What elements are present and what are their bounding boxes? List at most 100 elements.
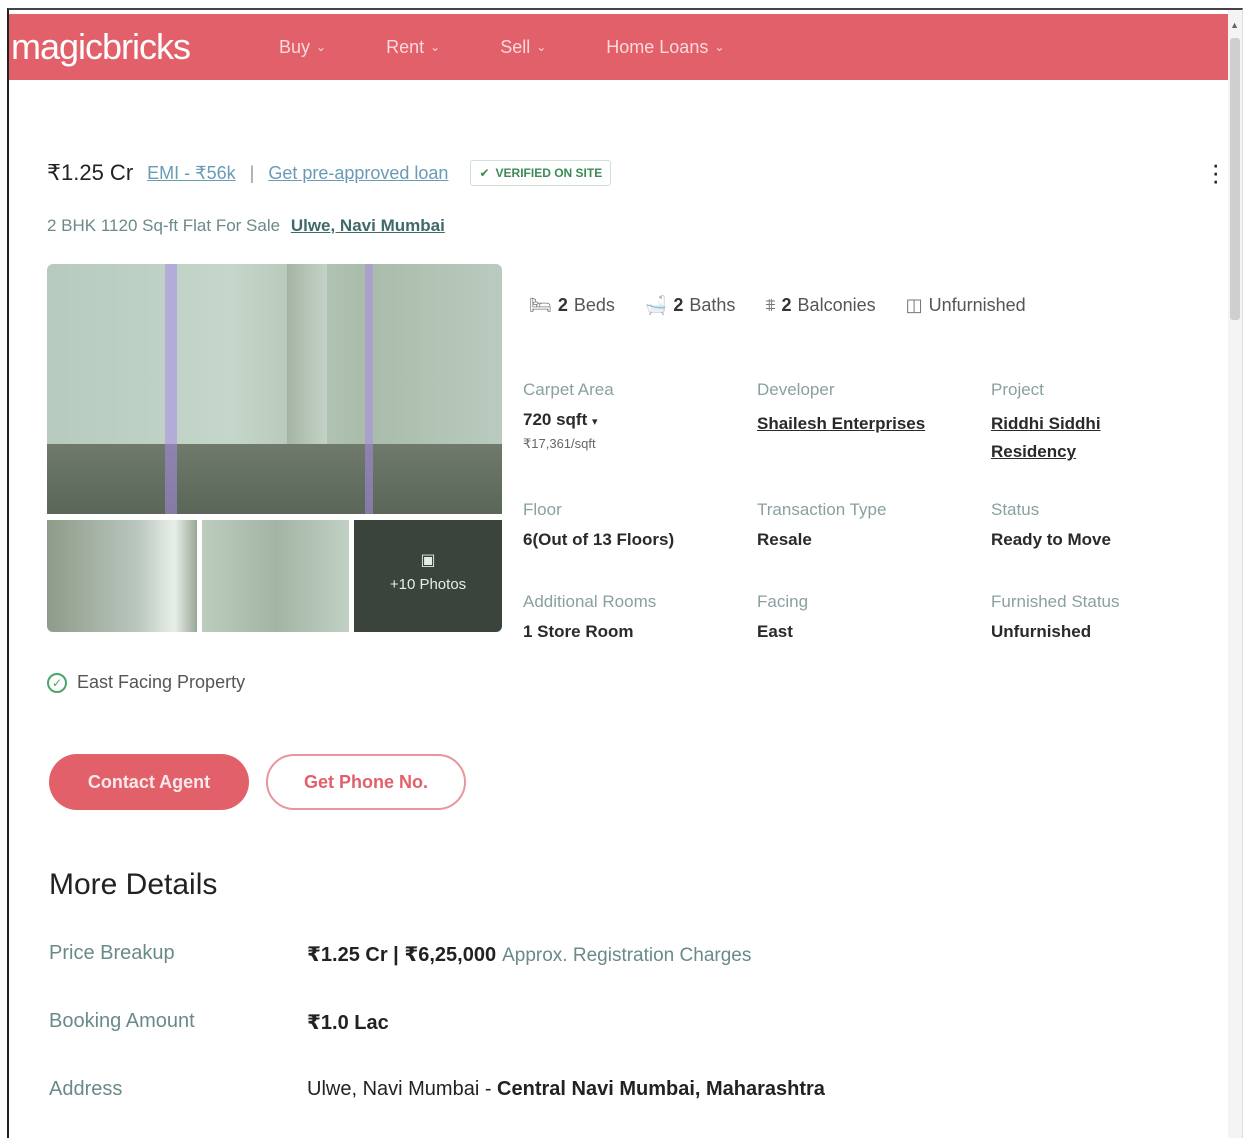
bath-icon: 🛁 (644, 295, 668, 315)
furnished-status-label: Furnished Status (991, 592, 1120, 611)
separator: | (249, 162, 255, 183)
more-photos-thumbnail[interactable]: ▣ +10 Photos (354, 520, 502, 632)
chevron-down-icon: ⌄ (714, 40, 725, 54)
pre-approved-loan-link[interactable]: Get pre-approved loan (268, 163, 448, 184)
booking-amount-value: ₹1.0 Lac (307, 1012, 389, 1034)
balconies-label: Balconies (797, 295, 876, 315)
verified-badge: ✔ VERIFIED ON SITE (470, 160, 612, 186)
detail-developer: Developer Shailesh Enterprises (757, 380, 991, 500)
magicbricks-logo[interactable]: magicbricks (11, 26, 279, 68)
photo-floor (47, 444, 502, 514)
wardrobe-icon: ◫ (905, 295, 923, 315)
contact-agent-button[interactable]: Contact Agent (49, 754, 249, 810)
nav-buy-label: Buy (279, 36, 311, 57)
booking-amount-row: Booking Amount ₹1.0 Lac (49, 1010, 389, 1035)
photo-icon: ▣ (420, 552, 436, 569)
facing-value: East (757, 622, 793, 641)
detail-floor: Floor 6(Out of 13 Floors) (523, 500, 757, 592)
vertical-scrollbar[interactable]: ▲ (1228, 10, 1242, 1138)
price-breakup-label: Price Breakup (49, 942, 175, 964)
listing-price: ₹1.25 Cr (47, 160, 134, 185)
listing-description: 2 BHK 1120 Sq-ft Flat For Sale (47, 216, 281, 235)
detail-additional-rooms: Additional Rooms 1 Store Room (523, 592, 757, 684)
price-breakup-row: Price Breakup ₹1.25 Cr | ₹6,25,000 Approx… (49, 942, 751, 967)
carpet-area-value[interactable]: 720 sqft ▾ (523, 410, 757, 430)
listing-subtitle: 2 BHK 1120 Sq-ft Flat For Sale Ulwe, Nav… (47, 216, 445, 236)
amenity-furnishing: ◫ Unfurnished (906, 295, 1026, 316)
floor-value: 6(Out of 13 Floors) (523, 530, 675, 549)
verified-label: VERIFIED ON SITE (495, 166, 603, 180)
page-frame: magicbricks Buy ⌄ Rent ⌄ Sell ⌄ Home Loans ⌄… (7, 8, 1243, 1138)
nav-sell-label: Sell (500, 36, 531, 57)
nav-rent[interactable]: Rent ⌄ (386, 37, 440, 58)
east-facing-highlight: ✓ East Facing Property (47, 672, 245, 693)
developer-label: Developer (757, 380, 835, 399)
project-link[interactable]: Riddhi Siddhi Residency (991, 410, 1223, 466)
detail-status: Status Ready to Move (991, 500, 1223, 592)
highlight-label: East Facing Property (77, 672, 246, 692)
emi-link[interactable]: EMI - ₹56k (147, 163, 235, 184)
registration-charges-note: Approx. Registration Charges (502, 945, 752, 966)
detail-carpet-area: Carpet Area 720 sqft ▾ ₹17,361/sqft (523, 380, 757, 500)
booking-amount-label: Booking Amount (49, 1010, 195, 1032)
detail-project: Project Riddhi Siddhi Residency (991, 380, 1223, 500)
nav-buy[interactable]: Buy ⌄ (279, 37, 326, 58)
bed-icon: 🛏 (529, 295, 552, 315)
property-details-grid: Carpet Area 720 sqft ▾ ₹17,361/sqft Deve… (523, 380, 1223, 684)
price-breakup-amount: ₹1.25 Cr | ₹6,25,000 (307, 944, 497, 966)
main-property-photo[interactable] (47, 264, 502, 514)
address-label: Address (49, 1078, 123, 1100)
photo-streak (365, 264, 373, 514)
facing-label: Facing (757, 592, 809, 611)
more-details-title: More Details (49, 868, 218, 901)
furnishing-label: Unfurnished (928, 295, 1026, 315)
baths-count: 2 (673, 295, 684, 315)
nav-rent-label: Rent (386, 36, 425, 57)
beds-count: 2 (557, 295, 568, 315)
more-options-icon[interactable]: · · · (1211, 151, 1220, 193)
amenity-beds: 🛏 2 Beds (529, 295, 615, 316)
furnished-status-value: Unfurnished (991, 622, 1092, 641)
price-breakup-value: ₹1.25 Cr | ₹6,25,000 Approx. Registration… (307, 942, 751, 967)
price-row: ₹1.25 Cr EMI - ₹56k | Get pre-approved l… (47, 160, 612, 186)
thumbnail-photo-2[interactable] (202, 520, 349, 632)
address-locality: Ulwe, Navi Mumbai - (307, 1078, 498, 1100)
status-label: Status (991, 500, 1040, 519)
project-name-line2: Residency (991, 442, 1077, 461)
carpet-area-text: 720 sqft (523, 410, 588, 429)
project-name-line1: Riddhi Siddhi (991, 414, 1101, 433)
detail-transaction-type: Transaction Type Resale (757, 500, 991, 592)
beds-label: Beds (573, 295, 615, 315)
amenity-baths: 🛁 2 Baths (645, 295, 735, 316)
get-phone-button[interactable]: Get Phone No. (266, 754, 466, 810)
thumbnail-photo-1[interactable] (47, 520, 197, 632)
floor-label: Floor (523, 500, 562, 519)
more-photos-label: +10 Photos (389, 576, 467, 593)
nav-home-loans-label: Home Loans (606, 36, 709, 57)
amenity-balconies: ⩨ 2 Balconies (765, 295, 875, 316)
additional-rooms-value: 1 Store Room (523, 622, 634, 641)
wall-corner (287, 264, 327, 454)
balcony-icon: ⩨ (765, 295, 776, 315)
baths-label: Baths (689, 295, 736, 315)
additional-rooms-label: Additional Rooms (523, 592, 657, 611)
scrollbar-thumb[interactable] (1230, 38, 1240, 320)
detail-furnished-status: Furnished Status Unfurnished (991, 592, 1223, 684)
location-link[interactable]: Ulwe, Navi Mumbai (291, 216, 445, 235)
address-value: Ulwe, Navi Mumbai - Central Navi Mumbai,… (307, 1078, 825, 1101)
nav-sell[interactable]: Sell ⌄ (500, 37, 546, 58)
scroll-up-icon[interactable]: ▲ (1230, 20, 1239, 30)
check-circle-icon: ✓ (47, 672, 67, 693)
price-per-sqft: ₹17,361/sqft (523, 436, 596, 451)
detail-facing: Facing East (757, 592, 991, 684)
top-navigation: magicbricks Buy ⌄ Rent ⌄ Sell ⌄ Home Loans ⌄ (9, 14, 1229, 80)
address-row: Address Ulwe, Navi Mumbai - Central Navi… (49, 1078, 825, 1101)
chevron-down-icon: ⌄ (430, 40, 441, 54)
developer-link[interactable]: Shailesh Enterprises (757, 410, 991, 438)
amenities-row: 🛏 2 Beds 🛁 2 Baths ⩨ 2 Balconies ◫ Unfurnished (529, 295, 1026, 316)
chevron-down-icon: ⌄ (536, 40, 547, 54)
status-value: Ready to Move (991, 530, 1111, 549)
check-icon: ✔ (479, 166, 490, 180)
carpet-area-label: Carpet Area (523, 380, 614, 399)
nav-home-loans[interactable]: Home Loans ⌄ (606, 37, 724, 58)
